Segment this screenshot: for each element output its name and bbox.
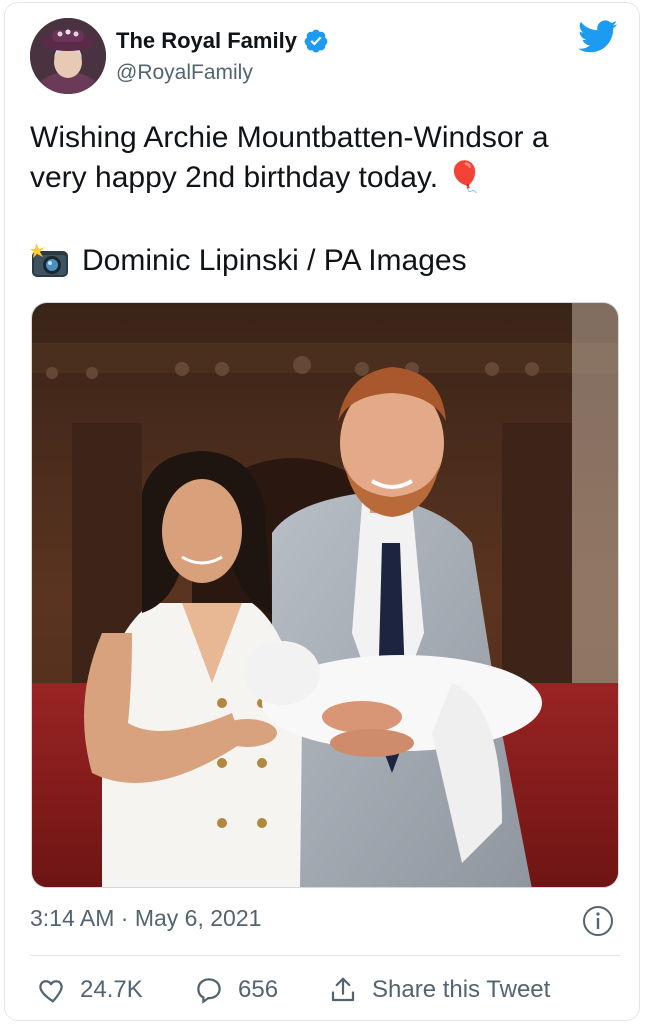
author-handle[interactable]: @RoyalFamily (116, 61, 253, 85)
share-button[interactable]: Share this Tweet (328, 970, 550, 1010)
like-count: 24.7K (80, 976, 143, 1003)
share-label: Share this Tweet (372, 976, 551, 1003)
verified-badge-icon (304, 29, 328, 53)
tweet-timestamp[interactable]: 3:14 AM · May 6, 2021 (30, 905, 261, 932)
share-icon (331, 977, 355, 1002)
info-icon[interactable] (582, 905, 614, 937)
camera-flash-icon (30, 243, 68, 277)
reply-bubble-icon (197, 978, 221, 1004)
reply-button[interactable]: 656 (194, 970, 278, 1010)
like-button[interactable]: 24.7K (36, 970, 143, 1010)
author-name[interactable]: The Royal Family (116, 28, 329, 54)
tweet-text: Wishing Archie Mountbatten-Windsor a ver… (30, 121, 549, 194)
divider (30, 955, 620, 956)
avatar[interactable] (30, 18, 106, 94)
tweet-actions: 24.7K 656 Share this Tweet (30, 970, 620, 1010)
author-name-text: The Royal Family (116, 28, 297, 53)
photo-credit: Dominic Lipinski / PA Images (30, 243, 467, 279)
photo-credit-text: Dominic Lipinski / PA Images (82, 244, 467, 277)
heart-icon (39, 980, 63, 1003)
twitter-logo-icon[interactable] (578, 20, 618, 54)
reply-count: 656 (238, 976, 279, 1003)
tweet-photo[interactable] (31, 302, 619, 888)
